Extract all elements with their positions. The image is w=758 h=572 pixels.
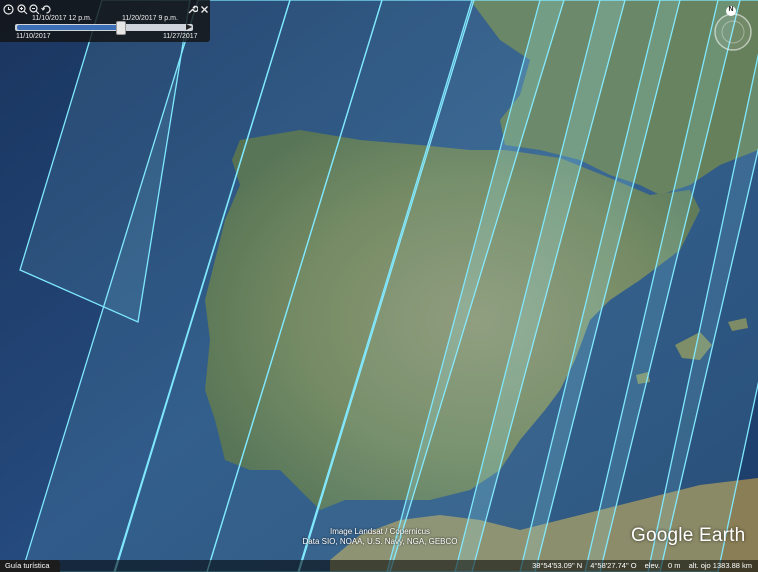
zoom-in-icon[interactable] [17, 4, 28, 15]
attribution-line-2: Data SIO, NOAA, U.S. Navy, NGA, GEBCO [302, 537, 458, 546]
time-slider-track[interactable] [15, 24, 193, 31]
wrench-icon[interactable] [187, 4, 199, 15]
imagery-attribution: Image Landsat / Copernicus Data SIO, NOA… [285, 527, 475, 547]
close-icon[interactable] [199, 4, 210, 15]
elevation-value: 0 m [668, 561, 681, 570]
clock-icon[interactable] [3, 4, 14, 15]
time-range-end-date: 11/27/2017 [163, 33, 198, 40]
coordinates-readout: 38°54'53.09" N 4°58'27.74" O elev. 0 m a… [526, 560, 752, 572]
eye-altitude: alt. ojo 1383.88 km [688, 561, 752, 570]
time-slider-start-label: 11/10/2017 12 p.m. [32, 15, 92, 22]
latitude-value: 38°54'53.09" N [532, 561, 583, 570]
time-slider-end-label: 11/20/2017 9 p.m. [122, 15, 178, 22]
map-viewport[interactable] [0, 0, 758, 572]
time-slider-range [17, 25, 121, 30]
compass-north-label: N [728, 6, 734, 13]
google-earth-logo: Google Earth [631, 525, 746, 546]
play-forward-icon[interactable]: ▶ [186, 22, 193, 32]
map-canvas [0, 0, 758, 572]
navigation-compass[interactable]: N [710, 4, 756, 54]
time-slider-handle[interactable] [116, 21, 127, 35]
longitude-value: 4°58'27.74" O [590, 561, 637, 570]
tour-guide-button[interactable]: Guía turística [0, 560, 60, 572]
attribution-line-1: Image Landsat / Copernicus [329, 527, 431, 536]
time-slider-panel: 11/10/2017 12 p.m. 11/20/2017 9 p.m. ▶ 1… [0, 0, 210, 42]
time-range-start-date: 11/10/2017 [16, 33, 51, 40]
zoom-out-icon[interactable] [29, 4, 40, 15]
elevation-label: elev. [644, 561, 660, 570]
loop-icon[interactable] [41, 4, 52, 15]
